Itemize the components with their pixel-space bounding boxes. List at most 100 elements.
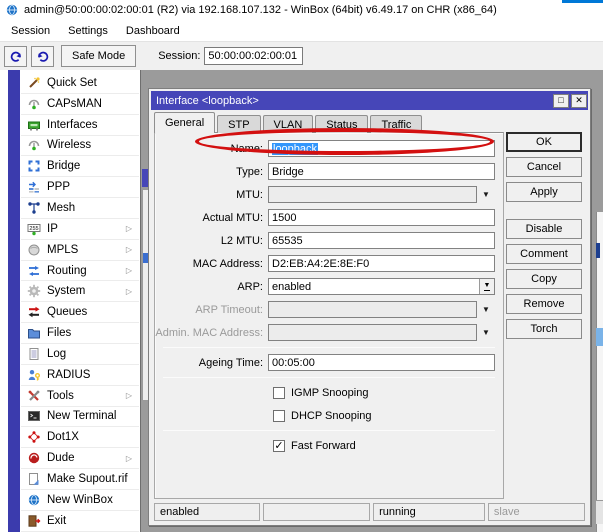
field-value: enabled	[272, 281, 311, 293]
sidebar-item-label: CAPsMAN	[47, 98, 102, 110]
submenu-arrow-icon: ▷	[126, 266, 132, 275]
tab-vlan[interactable]: VLAN	[263, 115, 314, 133]
sidebar-item-tools[interactable]: Tools▷	[21, 386, 139, 407]
log-icon	[27, 347, 41, 361]
combo-dropdown-button[interactable]: ▼	[479, 279, 494, 294]
status-cell-slave: slave	[488, 503, 585, 521]
sidebar-item-queues[interactable]: Queues	[21, 302, 139, 323]
sidebar-item-exit[interactable]: Exit	[21, 511, 139, 532]
checkbox-fast-forward[interactable]: ✓	[273, 440, 285, 452]
mpls-icon	[27, 243, 41, 257]
background-window-fragment	[596, 243, 600, 258]
sidebar-item-wireless[interactable]: Wireless	[21, 136, 139, 157]
undo-button[interactable]	[4, 46, 27, 67]
admin-mac-address-input[interactable]	[268, 324, 477, 341]
dropdown-arrow-icon[interactable]: ▼	[477, 328, 495, 337]
winbox-icon	[27, 493, 41, 507]
menu-item-session[interactable]: Session	[2, 23, 59, 39]
sidebar-item-label: System	[47, 285, 85, 297]
queues-icon	[27, 305, 41, 319]
checkbox-row-igmp-snooping: IGMP Snooping	[273, 384, 495, 401]
field-row-mtu: MTU:▼	[155, 186, 495, 203]
sidebar-item-routing[interactable]: Routing▷	[21, 261, 139, 282]
tab-stp[interactable]: STP	[217, 115, 260, 133]
sidebar-item-capsman[interactable]: CAPsMAN	[21, 94, 139, 115]
dialog-titlebar[interactable]: Interface <loopback> □ ✕	[151, 91, 588, 110]
safe-mode-button[interactable]: Safe Mode	[61, 45, 136, 67]
field-label: L2 MTU:	[155, 235, 268, 247]
field-row-name: Name:loopback	[155, 140, 495, 157]
sidebar-item-label: Interfaces	[47, 119, 98, 131]
sidebar-item-mpls[interactable]: MPLS▷	[21, 240, 139, 261]
dropdown-arrow-icon[interactable]: ▼	[477, 305, 495, 314]
capsman-icon	[27, 97, 41, 111]
sidebar-item-new-winbox[interactable]: New WinBox	[21, 490, 139, 511]
sidebar-item-label: Files	[47, 327, 71, 339]
cancel-button[interactable]: Cancel	[506, 157, 582, 177]
sidebar-accent-bar	[8, 70, 20, 532]
status-cell-enabled: enabled	[154, 503, 260, 521]
menu-item-settings[interactable]: Settings	[59, 23, 117, 39]
checkbox-dhcp-snooping[interactable]	[273, 410, 285, 422]
sidebar-item-label: New WinBox	[47, 494, 113, 506]
sidebar-item-ip[interactable]: 255IP▷	[21, 219, 139, 240]
l2-mtu-input[interactable]: 65535	[268, 232, 495, 249]
redo-button[interactable]	[31, 46, 54, 67]
separator	[163, 430, 495, 431]
tab-traffic[interactable]: Traffic	[370, 115, 422, 133]
sidebar-item-new-terminal[interactable]: New Terminal	[21, 407, 139, 428]
session-value-box[interactable]: 50:00:00:02:00:01	[204, 47, 303, 65]
maximize-icon[interactable]: □	[553, 94, 569, 108]
sidebar-item-label: RADIUS	[47, 369, 90, 381]
sidebar-item-quick-set[interactable]: Quick Set	[21, 73, 139, 94]
checkbox-igmp-snooping[interactable]	[273, 387, 285, 399]
sidebar-item-label: Mesh	[47, 202, 75, 214]
disable-button[interactable]: Disable	[506, 219, 582, 239]
sidebar-item-label: IP	[47, 223, 58, 235]
sidebar-item-make-supout-rif[interactable]: Make Supout.rif	[21, 469, 139, 490]
mtu-input[interactable]	[268, 186, 477, 203]
apply-button[interactable]: Apply	[506, 182, 582, 202]
session-label: Session:	[158, 50, 200, 62]
field-row-type: Type:Bridge	[155, 163, 495, 180]
field-label: Ageing Time:	[155, 357, 268, 369]
sidebar-item-log[interactable]: Log	[21, 344, 139, 365]
field-value: 65535	[272, 235, 303, 247]
sidebar-item-label: Wireless	[47, 139, 91, 151]
sidebar-item-system[interactable]: System▷	[21, 281, 139, 302]
sidebar-item-ppp[interactable]: PPP	[21, 177, 139, 198]
type-input[interactable]: Bridge	[268, 163, 495, 180]
sidebar-item-mesh[interactable]: Mesh	[21, 198, 139, 219]
tab-status[interactable]: Status	[315, 115, 368, 133]
sidebar-item-bridge[interactable]: Bridge	[21, 156, 139, 177]
sidebar-item-interfaces[interactable]: Interfaces	[21, 115, 139, 136]
field-row-actual-mtu: Actual MTU:1500	[155, 209, 495, 226]
close-icon[interactable]: ✕	[571, 94, 587, 108]
supout-icon	[27, 472, 41, 486]
ok-button[interactable]: OK	[506, 132, 582, 152]
checkbox-label: IGMP Snooping	[291, 387, 368, 399]
dot1x-icon	[27, 430, 41, 444]
ageing-time-input[interactable]: 00:05:00	[268, 354, 495, 371]
dropdown-arrow-icon[interactable]: ▼	[477, 190, 495, 199]
remove-button[interactable]: Remove	[506, 294, 582, 314]
tools-icon	[27, 389, 41, 403]
sidebar-item-dot1x[interactable]: Dot1X	[21, 427, 139, 448]
name-input[interactable]: loopback	[268, 140, 495, 157]
actual-mtu-input[interactable]: 1500	[268, 209, 495, 226]
exit-icon	[27, 514, 41, 528]
sidebar-item-dude[interactable]: Dude▷	[21, 448, 139, 469]
arp-input[interactable]: enabled ▼	[268, 278, 495, 295]
menu-item-dashboard[interactable]: Dashboard	[117, 23, 189, 39]
quickset-icon	[27, 76, 41, 90]
field-row-mac-address: MAC Address:D2:EB:A4:2E:8E:F0	[155, 255, 495, 272]
torch-button[interactable]: Torch	[506, 319, 582, 339]
sidebar-item-files[interactable]: Files	[21, 323, 139, 344]
tab-general[interactable]: General	[154, 112, 215, 133]
mac-address-input[interactable]: D2:EB:A4:2E:8E:F0	[268, 255, 495, 272]
sidebar-item-label: Dot1X	[47, 431, 79, 443]
copy-button[interactable]: Copy	[506, 269, 582, 289]
sidebar-item-radius[interactable]: RADIUS	[21, 365, 139, 386]
arp-timeout-input[interactable]	[268, 301, 477, 318]
comment-button[interactable]: Comment	[506, 244, 582, 264]
